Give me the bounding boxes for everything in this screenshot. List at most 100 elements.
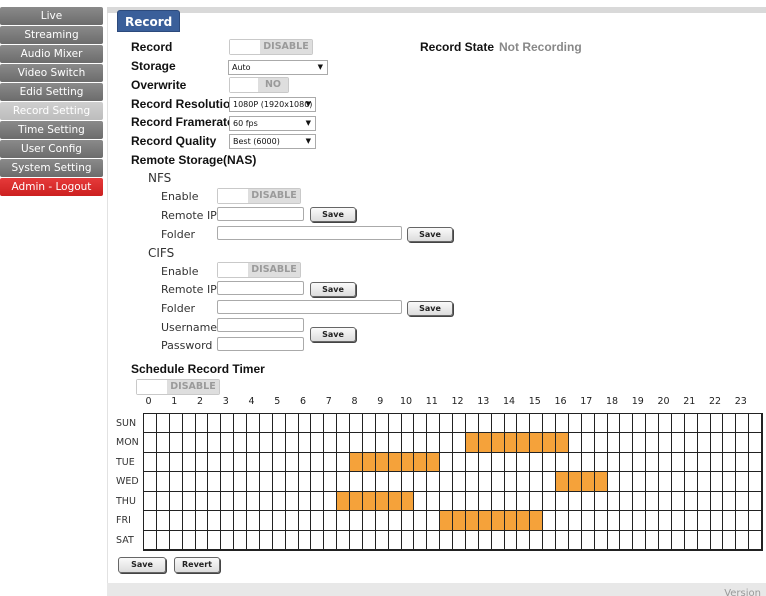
schedule-cell[interactable] [247,472,260,492]
schedule-cell[interactable] [427,433,441,453]
schedule-cell[interactable] [272,452,286,473]
schedule-cell[interactable] [671,433,685,453]
schedule-cell[interactable] [337,530,350,550]
schedule-cell[interactable] [749,433,762,453]
schedule-cell[interactable] [465,433,479,453]
schedule-cell[interactable] [749,530,762,550]
schedule-cell[interactable] [272,530,286,550]
schedule-cell[interactable] [607,414,621,434]
schedule-cell[interactable] [234,433,247,453]
schedule-cell[interactable] [247,414,260,434]
schedule-cell[interactable] [401,433,415,453]
schedule-cell[interactable] [324,491,338,512]
schedule-cell[interactable] [337,511,350,531]
schedule-cell[interactable] [736,511,750,531]
schedule-cell[interactable] [208,491,222,512]
schedule-cell[interactable] [182,433,196,453]
schedule-cell[interactable] [659,472,672,492]
cifs-folder-save-button[interactable]: Save [407,301,453,316]
schedule-cell[interactable] [350,433,363,453]
schedule-cell[interactable] [556,433,569,453]
schedule-cell[interactable] [465,530,479,550]
schedule-cell[interactable] [208,414,222,434]
schedule-cell[interactable] [594,433,608,453]
schedule-cell[interactable] [311,433,325,453]
schedule-cell[interactable] [440,414,453,434]
schedule-cell[interactable] [671,452,685,473]
sidebar-item-logout[interactable]: Admin - Logout [0,178,103,196]
schedule-cell[interactable] [311,414,325,434]
schedule-cell[interactable] [684,433,698,453]
schedule-cell[interactable] [375,472,389,492]
nfs-folder-save-button[interactable]: Save [407,227,453,242]
schedule-cell[interactable] [453,491,466,512]
schedule-cell[interactable] [581,414,595,434]
schedule-cell[interactable] [697,472,711,492]
schedule-cell[interactable] [414,414,428,434]
schedule-cell[interactable] [723,433,737,453]
schedule-cell[interactable] [247,511,260,531]
nfs-remote-ip-input[interactable] [217,207,304,221]
schedule-cell[interactable] [659,491,672,512]
schedule-cell[interactable] [607,511,621,531]
schedule-cell[interactable] [543,511,556,531]
schedule-cell[interactable] [568,472,582,492]
schedule-cell[interactable] [414,433,428,453]
schedule-cell[interactable] [556,472,569,492]
schedule-cell[interactable] [298,472,312,492]
schedule-cell[interactable] [285,452,299,473]
schedule-cell[interactable] [285,472,299,492]
schedule-cell[interactable] [247,530,260,550]
schedule-cell[interactable] [156,452,170,473]
schedule-cell[interactable] [646,414,659,434]
schedule-cell[interactable] [465,491,479,512]
schedule-cell[interactable] [697,433,711,453]
schedule-cell[interactable] [659,452,672,473]
schedule-cell[interactable] [491,511,505,531]
schedule-cell[interactable] [723,414,737,434]
schedule-cell[interactable] [568,491,582,512]
schedule-toggle[interactable]: DISABLE [136,379,220,395]
schedule-cell[interactable] [581,472,595,492]
schedule-cell[interactable] [646,452,659,473]
schedule-cell[interactable] [671,414,685,434]
schedule-cell[interactable] [195,530,209,550]
schedule-cell[interactable] [234,530,247,550]
schedule-cell[interactable] [272,472,286,492]
schedule-cell[interactable] [427,530,441,550]
schedule-cell[interactable] [311,491,325,512]
schedule-cell[interactable] [350,452,363,473]
schedule-cell[interactable] [234,472,247,492]
schedule-cell[interactable] [723,530,737,550]
schedule-cell[interactable] [272,491,286,512]
schedule-cell[interactable] [581,452,595,473]
schedule-cell[interactable] [607,530,621,550]
schedule-cell[interactable] [633,511,647,531]
schedule-cell[interactable] [298,530,312,550]
schedule-cell[interactable] [285,433,299,453]
schedule-cell[interactable] [723,491,737,512]
schedule-cell[interactable] [556,452,569,473]
schedule-cell[interactable] [581,491,595,512]
cifs-username-input[interactable] [217,318,304,332]
schedule-cell[interactable] [568,530,582,550]
schedule-cell[interactable] [388,433,402,453]
schedule-cell[interactable] [697,452,711,473]
schedule-cell[interactable] [272,414,286,434]
schedule-cell[interactable] [375,452,389,473]
schedule-cell[interactable] [684,472,698,492]
schedule-cell[interactable] [234,452,247,473]
schedule-cell[interactable] [504,530,518,550]
schedule-cell[interactable] [350,472,363,492]
schedule-cell[interactable] [594,511,608,531]
schedule-cell[interactable] [568,511,582,531]
sidebar-item-time-setting[interactable]: Time Setting [0,121,103,139]
schedule-cell[interactable] [169,472,183,492]
schedule-cell[interactable] [633,491,647,512]
schedule-cell[interactable] [337,433,350,453]
schedule-cell[interactable] [388,530,402,550]
schedule-cell[interactable] [478,530,492,550]
schedule-cell[interactable] [440,472,453,492]
schedule-cell[interactable] [504,511,518,531]
schedule-cell[interactable] [182,472,196,492]
